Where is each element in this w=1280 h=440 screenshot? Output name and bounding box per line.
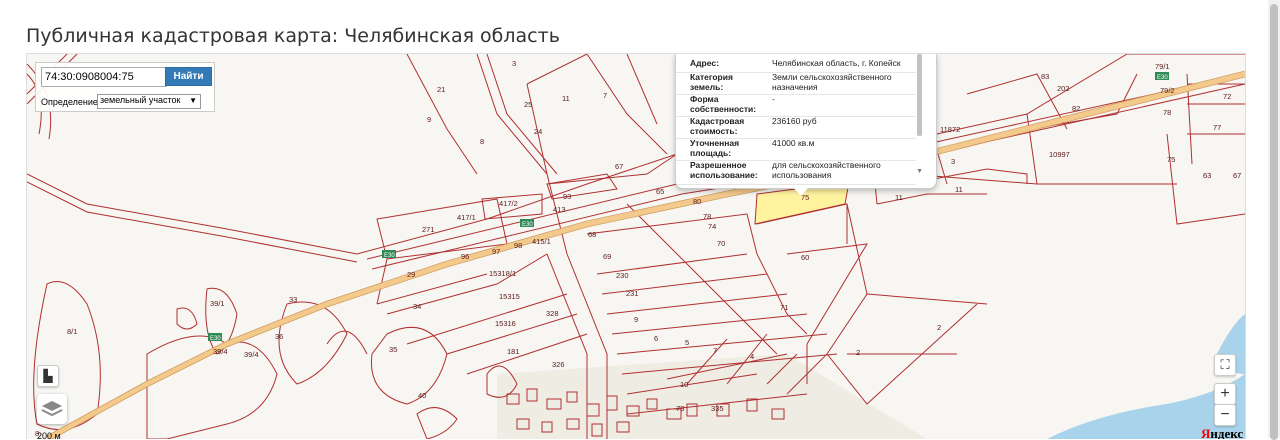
popup-row-value: - xyxy=(772,94,775,104)
popup-row-value: для сельскохозяйственного использования xyxy=(772,160,881,180)
zoom-in-button[interactable]: + xyxy=(1214,383,1236,405)
find-button[interactable]: Найти xyxy=(165,67,212,86)
popup-row-key: Категория земель: xyxy=(690,72,733,92)
popup-row-key: Адрес: xyxy=(690,58,719,68)
layers-button[interactable] xyxy=(37,394,67,424)
page-scrollbar[interactable] xyxy=(1268,0,1280,440)
layers-icon xyxy=(41,401,63,417)
popup-pointer xyxy=(793,187,809,196)
page-title: Публичная кадастровая карта: Челябинская… xyxy=(26,24,560,47)
chevron-down-icon: ▼ xyxy=(189,96,197,105)
popup-row: Кадастровая стоимость: 236160 руб xyxy=(676,116,916,139)
parcel-info-popup: Адрес: Челябинская область, г. Копейск Кат… xyxy=(675,54,937,189)
popup-row: Форма собственности: - xyxy=(676,94,916,117)
popup-row-key: Кадастровая стоимость: xyxy=(690,116,745,136)
popup-row: Разрешенное использование: для сельскохоз… xyxy=(676,160,916,185)
yandex-logo[interactable]: Яндекс xyxy=(1201,426,1243,439)
popup-row-value: 236160 руб xyxy=(772,116,817,126)
search-panel: Найти Определение: земельный участок ▼ xyxy=(35,62,215,112)
definition-value: земельный участок xyxy=(100,95,181,105)
zoom-out-button[interactable]: − xyxy=(1214,404,1236,426)
popup-row: Категория земель: Земли сельскохозяйствен… xyxy=(676,72,916,95)
cadastral-map[interactable]: 3 21 9 8 25 11 7 24 67 11872 83 82 202 79/1 79/2 72 78 77… xyxy=(26,53,1246,439)
cadastral-number-input[interactable] xyxy=(41,67,167,87)
fullscreen-icon[interactable]: ⛶ xyxy=(1214,354,1236,376)
definition-select[interactable]: земельный участок ▼ xyxy=(97,94,201,109)
popup-row: Адрес: Челябинская область, г. Копейск xyxy=(676,58,916,73)
popup-row-value: Земли сельскохозяйственного назначения xyxy=(772,72,892,92)
page-scrollbar-thumb[interactable] xyxy=(1270,4,1278,440)
popup-scrollbar[interactable] xyxy=(917,54,922,136)
popup-row-value: 41000 кв.м xyxy=(772,138,815,148)
popup-row-value: Челябинская область, г. Копейск xyxy=(772,58,901,68)
popup-row: Уточненная площадь: 41000 кв.м xyxy=(676,138,916,161)
definition-label: Определение: xyxy=(41,97,101,107)
popup-row-key: Форма собственности: xyxy=(690,94,757,114)
ruler-icon[interactable]: ▙ xyxy=(37,365,59,387)
popup-row-key: Уточненная площадь: xyxy=(690,138,740,158)
scroll-down-icon[interactable]: ▼ xyxy=(916,168,923,175)
popup-row-key: Разрешенное использование: xyxy=(690,160,758,180)
